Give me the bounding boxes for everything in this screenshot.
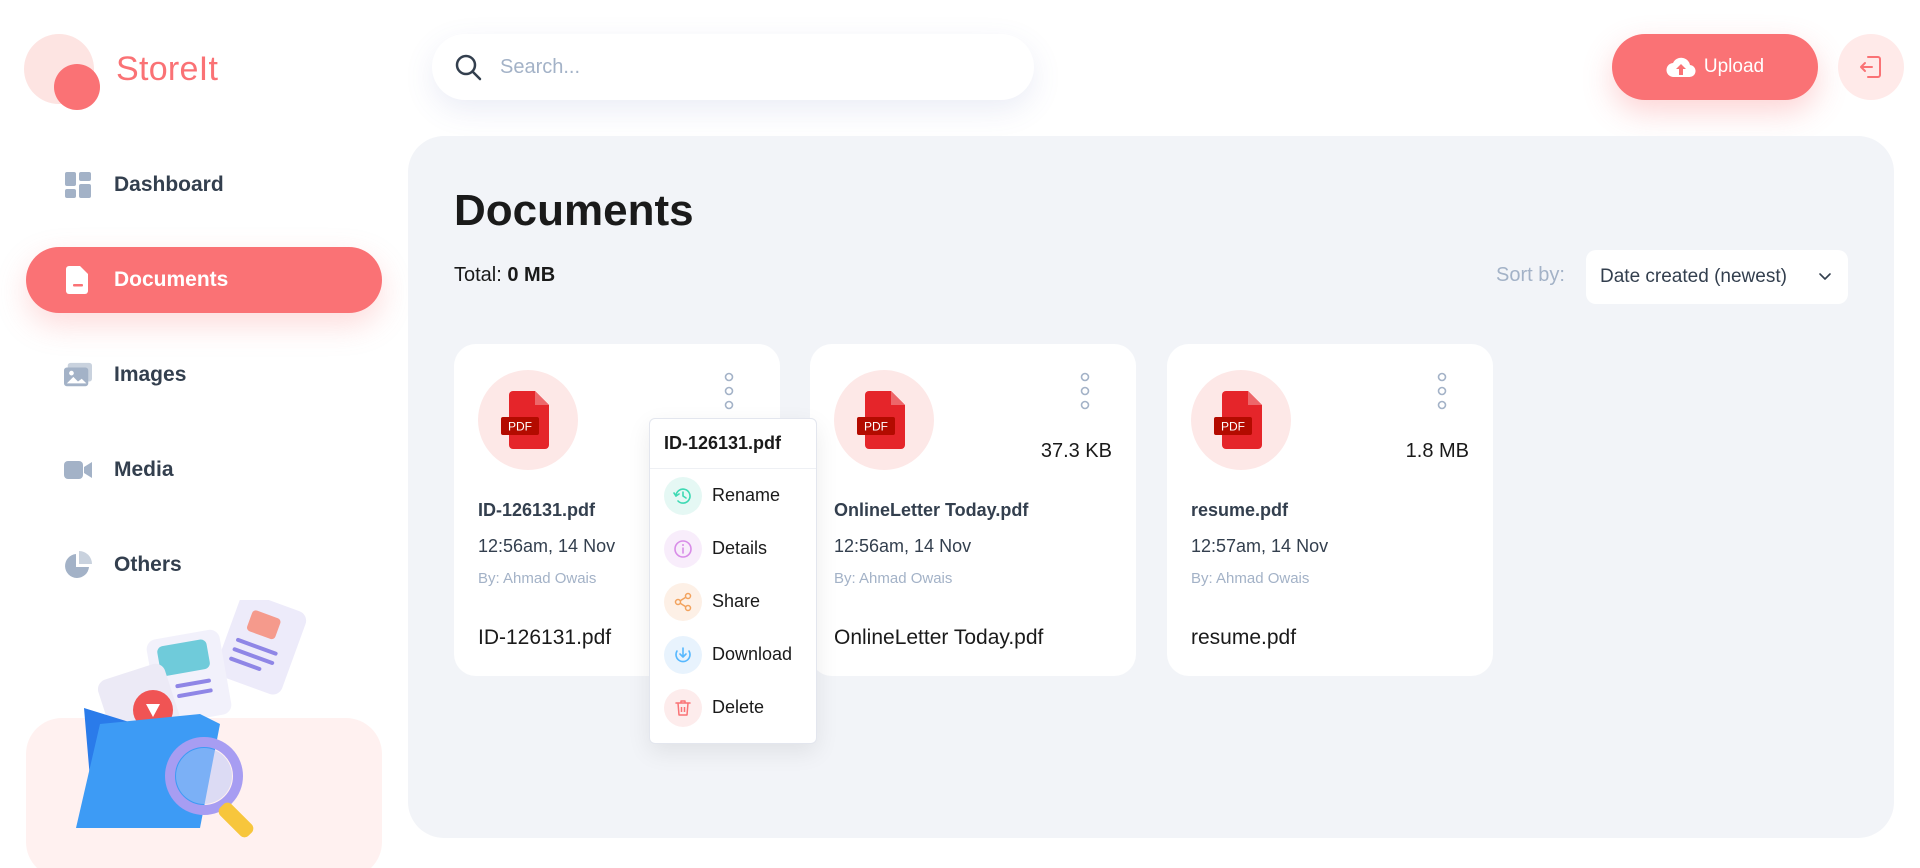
dashboard-icon	[64, 171, 92, 199]
documents-icon	[64, 266, 92, 294]
file-date: 12:57am, 14 Nov	[1191, 536, 1329, 556]
file-card[interactable]: PDF 37.3 KB OnlineLetter Today.pdf 12:56…	[810, 344, 1136, 676]
file-name: OnlineLetter Today.pdf	[834, 500, 1029, 520]
sidebar-item-label: Others	[114, 553, 182, 576]
pdf-badge-text: PDF	[508, 420, 532, 434]
total-size: Total: 0 MB	[454, 264, 555, 287]
sort-select[interactable]: Date created (newest)	[1586, 250, 1848, 304]
sidebar-item-label: Images	[114, 363, 187, 386]
menu-item-label: Share	[712, 591, 761, 611]
menu-item-label: Rename	[712, 485, 781, 505]
pdf-badge-text: PDF	[1221, 420, 1245, 434]
sidebar-item-images[interactable]: Images	[26, 342, 382, 408]
menu-item-share[interactable]: Share	[650, 575, 816, 628]
menu-item-download[interactable]: Download	[650, 628, 816, 681]
search-icon	[455, 54, 482, 81]
main-panel: Documents Total: 0 MB Sort by: Date crea…	[408, 136, 1894, 838]
file-actions-menu: ID-126131.pdf Rename Details Share Downl…	[649, 418, 817, 744]
app-name: StoreIt	[116, 50, 219, 88]
file-name: resume.pdf	[1191, 500, 1289, 520]
file-date: 12:56am, 14 Nov	[834, 536, 972, 556]
sidebar-item-media[interactable]: Media	[26, 437, 382, 503]
total-label: Total:	[454, 264, 502, 286]
upload-label: Upload	[1703, 56, 1765, 77]
file-size: 1.8 MB	[1405, 440, 1469, 462]
sort-label: Sort by:	[1496, 264, 1565, 286]
file-owner: By: Ahmad Owais	[834, 570, 953, 587]
logout-button[interactable]	[1838, 34, 1904, 100]
menu-item-label: Details	[712, 538, 768, 558]
sidebar-item-documents[interactable]: Documents	[26, 247, 382, 313]
search-bar[interactable]	[432, 34, 1034, 100]
more-options-icon[interactable]	[722, 372, 736, 410]
pdf-file-icon: PDF	[501, 391, 549, 449]
menu-item-label: Download	[712, 644, 793, 664]
upload-button[interactable]: Upload	[1612, 34, 1818, 100]
rename-icon	[664, 476, 702, 515]
delete-icon	[664, 688, 702, 727]
pdf-file-icon: PDF	[1214, 391, 1262, 449]
logo[interactable]: StoreIt	[24, 34, 324, 110]
more-options-icon[interactable]	[1435, 372, 1449, 410]
more-options-icon[interactable]	[1078, 372, 1092, 410]
sidebar-item-label: Media	[114, 458, 174, 481]
file-thumbnail: PDF	[1191, 370, 1291, 470]
files-illustration	[76, 593, 336, 850]
logo-mark	[24, 34, 104, 110]
menu-item-label: Delete	[712, 697, 765, 717]
sidebar-item-dashboard[interactable]: Dashboard	[26, 152, 382, 218]
pdf-file-icon: PDF	[857, 391, 905, 449]
sidebar-nav: Dashboard Documents Images Media Others	[26, 152, 382, 627]
page-title: Documents	[454, 186, 694, 235]
file-size: 37.3 KB	[1040, 440, 1112, 462]
file-name: ID-126131.pdf	[478, 500, 596, 520]
share-icon	[664, 582, 702, 621]
file-thumbnail: PDF	[834, 370, 934, 470]
details-icon	[664, 529, 702, 568]
file-caption: ID-126131.pdf	[478, 626, 612, 649]
menu-item-delete[interactable]: Delete	[650, 681, 816, 734]
search-input[interactable]	[500, 55, 980, 79]
file-card[interactable]: PDF 1.8 MB resume.pdf 12:57am, 14 Nov By…	[1167, 344, 1493, 676]
file-thumbnail: PDF	[478, 370, 578, 470]
cloud-upload-icon	[1666, 57, 1696, 78]
menu-item-rename[interactable]: Rename	[650, 469, 816, 522]
file-caption: OnlineLetter Today.pdf	[834, 626, 1044, 649]
menu-item-details[interactable]: Details	[650, 522, 816, 575]
sidebar: StoreIt Dashboard Documents Images Media	[0, 0, 400, 868]
file-caption: resume.pdf	[1191, 626, 1297, 649]
total-value: 0 MB	[507, 264, 556, 286]
file-date: 12:56am, 14 Nov	[478, 536, 616, 556]
media-icon	[64, 456, 92, 484]
pdf-badge-text: PDF	[864, 420, 888, 434]
chevron-down-icon	[1819, 273, 1831, 280]
download-icon	[664, 635, 702, 674]
file-owner: By: Ahmad Owais	[478, 570, 597, 587]
sidebar-item-label: Dashboard	[114, 173, 224, 196]
menu-title: ID-126131.pdf	[650, 419, 816, 469]
file-owner: By: Ahmad Owais	[1191, 570, 1310, 587]
sidebar-item-others[interactable]: Others	[26, 532, 382, 598]
sidebar-item-label: Documents	[114, 268, 229, 291]
sort-value: Date created (newest)	[1600, 266, 1787, 287]
others-icon	[64, 551, 92, 579]
images-icon	[64, 361, 92, 389]
logout-icon	[1860, 56, 1881, 78]
